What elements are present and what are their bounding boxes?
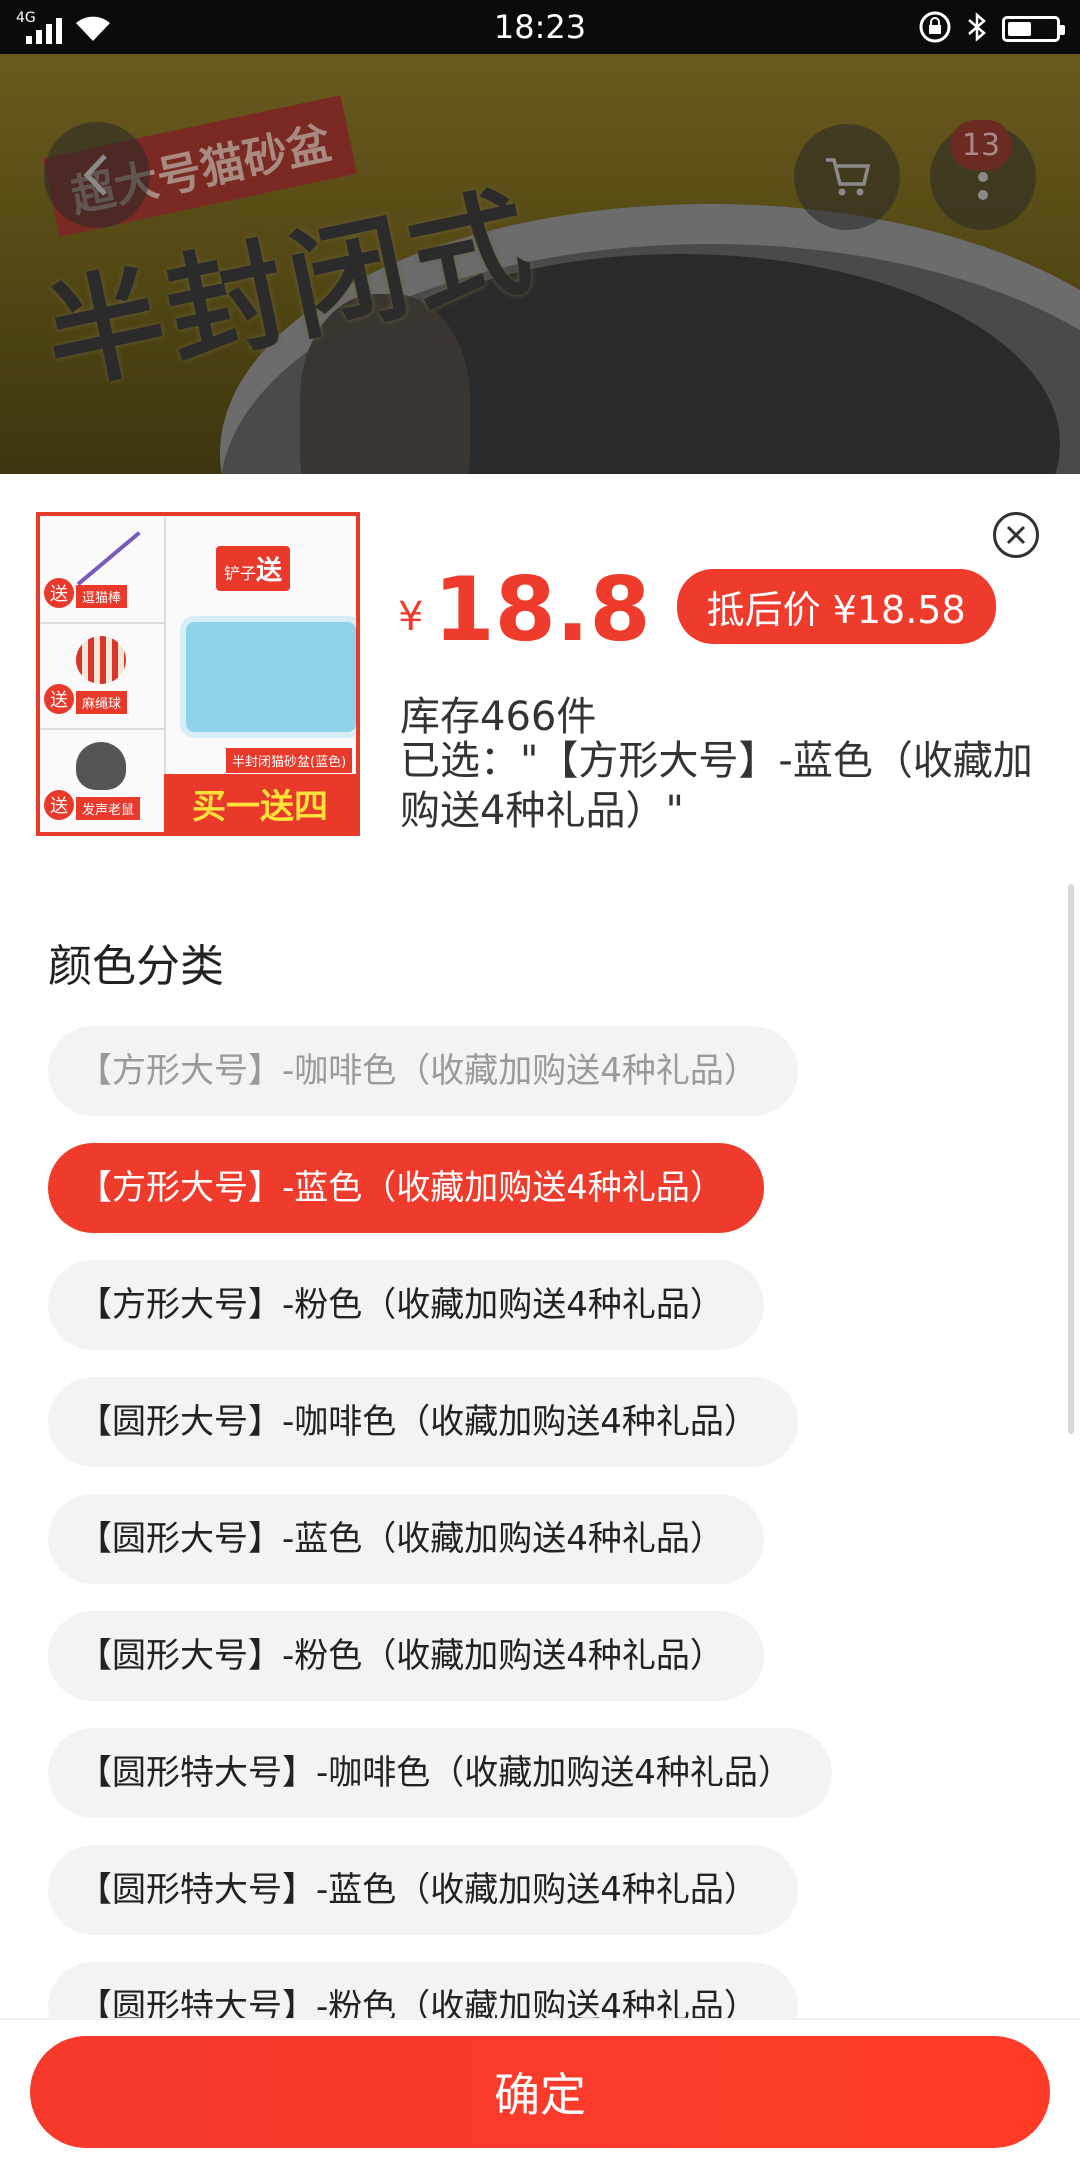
- currency-symbol: ¥: [398, 594, 424, 640]
- promo-banner: 买一送四: [164, 774, 356, 832]
- color-category-title: 颜色分类: [48, 941, 224, 992]
- price-row: ¥ 18.8 抵后价 ¥18.58: [398, 566, 996, 654]
- status-bar: 4G 18:23: [0, 0, 1080, 54]
- sku-option[interactable]: 【圆形大号】-粉色（收藏加购送4种礼品）: [48, 1611, 764, 1701]
- bottom-bar: 确定: [0, 2018, 1080, 2162]
- cart-count-badge: 13: [950, 120, 1012, 170]
- sku-option[interactable]: 【方形大号】-粉色（收藏加购送4种礼品）: [48, 1260, 764, 1350]
- sku-option[interactable]: 【圆形大号】-咖啡色（收藏加购送4种礼品）: [48, 1377, 798, 1467]
- product-banner: 超大号猫砂盆 半封闭式 13: [0, 54, 1080, 474]
- sku-option[interactable]: 【圆形特大号】-蓝色（收藏加购送4种礼品）: [48, 1845, 798, 1935]
- scrollbar[interactable]: [1068, 884, 1074, 1434]
- chevron-left-icon: [83, 154, 107, 196]
- litter-tray-image: [180, 616, 356, 738]
- confirm-button[interactable]: 确定: [30, 2036, 1050, 2148]
- bluetooth-icon: [966, 11, 988, 47]
- after-discount-price-badge: 抵后价 ¥18.58: [676, 569, 996, 644]
- close-icon: [1006, 525, 1026, 545]
- shovel-gift-tag: 铲子送: [216, 546, 291, 591]
- sku-option[interactable]: 【方形大号】-蓝色（收藏加购送4种礼品）: [48, 1143, 764, 1233]
- product-thumbnail: 送 逗猫棒 送 麻绳球 送 发声老鼠 铲子送 半封闭猫砂盆(蓝色) 买一送四: [36, 512, 360, 836]
- gift-teaser-stick: 送 逗猫棒: [40, 516, 164, 624]
- color-options-list: 【方形大号】-咖啡色（收藏加购送4种礼品） 【方形大号】-蓝色（收藏加购送4种礼…: [48, 1026, 1048, 2079]
- status-right: [918, 10, 1065, 48]
- cart-button[interactable]: [794, 124, 900, 230]
- price: 18.8: [433, 558, 651, 661]
- product-label: 半封闭猫砂盆(蓝色): [226, 748, 353, 773]
- lock-rotation-icon: [918, 10, 952, 48]
- back-button[interactable]: [44, 122, 150, 228]
- stock-count: 库存466件: [400, 694, 597, 740]
- sku-selection-sheet: 送 逗猫棒 送 麻绳球 送 发声老鼠 铲子送 半封闭猫砂盆(蓝色) 买一送四 ¥…: [0, 474, 1080, 2160]
- close-button[interactable]: [993, 512, 1039, 558]
- gift-squeaky-mouse: 送 发声老鼠: [40, 728, 164, 832]
- cart-icon: [826, 158, 871, 196]
- sku-option[interactable]: 【圆形特大号】-咖啡色（收藏加购送4种礼品）: [48, 1728, 832, 1818]
- selected-sku-text: 已选："【方形大号】-蓝色（收藏加购送4种礼品）": [400, 738, 1033, 834]
- gift-rope-ball: 送 麻绳球: [40, 622, 164, 730]
- sku-option[interactable]: 【方形大号】-咖啡色（收藏加购送4种礼品）: [48, 1026, 798, 1116]
- battery-icon: [1002, 16, 1065, 42]
- sku-option[interactable]: 【圆形大号】-蓝色（收藏加购送4种礼品）: [48, 1494, 764, 1584]
